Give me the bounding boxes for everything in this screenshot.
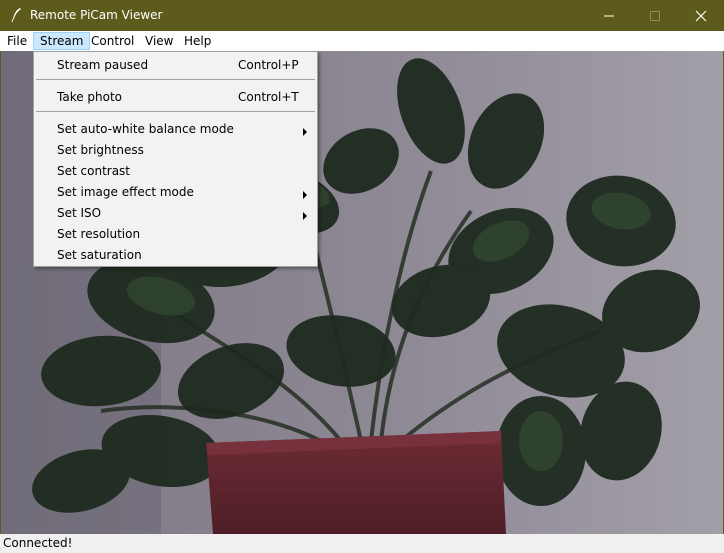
menu-item-label: Set resolution (57, 227, 141, 241)
menu-separator (36, 79, 315, 80)
menu-item-set-saturation[interactable]: Set saturation (34, 245, 317, 266)
menu-item-set-image-effect[interactable]: Set image effect mode (34, 182, 317, 203)
status-bar: Connected! (0, 534, 724, 553)
menu-item-label: Set brightness (57, 143, 144, 157)
submenu-arrow-icon (303, 209, 308, 223)
maximize-icon (650, 10, 660, 21)
window-title: Remote PiCam Viewer (30, 8, 163, 22)
menu-item-label: Set image effect mode (57, 185, 194, 199)
menu-item-set-brightness[interactable]: Set brightness (34, 140, 317, 161)
menu-item-set-resolution[interactable]: Set resolution (34, 224, 317, 245)
close-button[interactable] (678, 0, 724, 31)
close-icon (695, 10, 707, 21)
menu-file[interactable]: File (1, 32, 33, 50)
menu-bar: File Stream Control View Help (0, 31, 724, 51)
minimize-button[interactable] (586, 0, 632, 31)
submenu-arrow-icon (303, 188, 308, 202)
menu-item-take-photo[interactable]: Take photo Control+T (34, 87, 317, 108)
menu-control[interactable]: Control (85, 32, 140, 50)
minimize-icon (604, 15, 614, 16)
menu-view[interactable]: View (139, 32, 179, 50)
menu-separator (36, 111, 315, 112)
menu-item-set-iso[interactable]: Set ISO (34, 203, 317, 224)
stream-menu-dropdown: Stream paused Control+P Take photo Contr… (33, 51, 318, 267)
status-text: Connected! (3, 536, 73, 550)
menu-item-set-contrast[interactable]: Set contrast (34, 161, 317, 182)
menu-item-label: Set ISO (57, 206, 102, 220)
menu-help[interactable]: Help (178, 32, 217, 50)
title-bar: Remote PiCam Viewer (0, 0, 724, 31)
menu-item-label: Take photo (57, 90, 123, 104)
menu-item-label: Set saturation (57, 248, 142, 262)
menu-item-shortcut: Control+T (238, 90, 299, 104)
menu-item-shortcut: Control+P (238, 58, 299, 72)
maximize-button[interactable] (632, 0, 678, 31)
menu-item-label: Stream paused (57, 58, 149, 72)
menu-item-label: Set auto-white balance mode (57, 122, 234, 136)
feather-icon (9, 7, 25, 23)
menu-item-set-awb[interactable]: Set auto-white balance mode (34, 119, 317, 140)
menu-item-stream-paused[interactable]: Stream paused Control+P (34, 55, 317, 76)
menu-item-label: Set contrast (57, 164, 131, 178)
menu-stream[interactable]: Stream (33, 32, 91, 50)
submenu-arrow-icon (303, 125, 308, 139)
